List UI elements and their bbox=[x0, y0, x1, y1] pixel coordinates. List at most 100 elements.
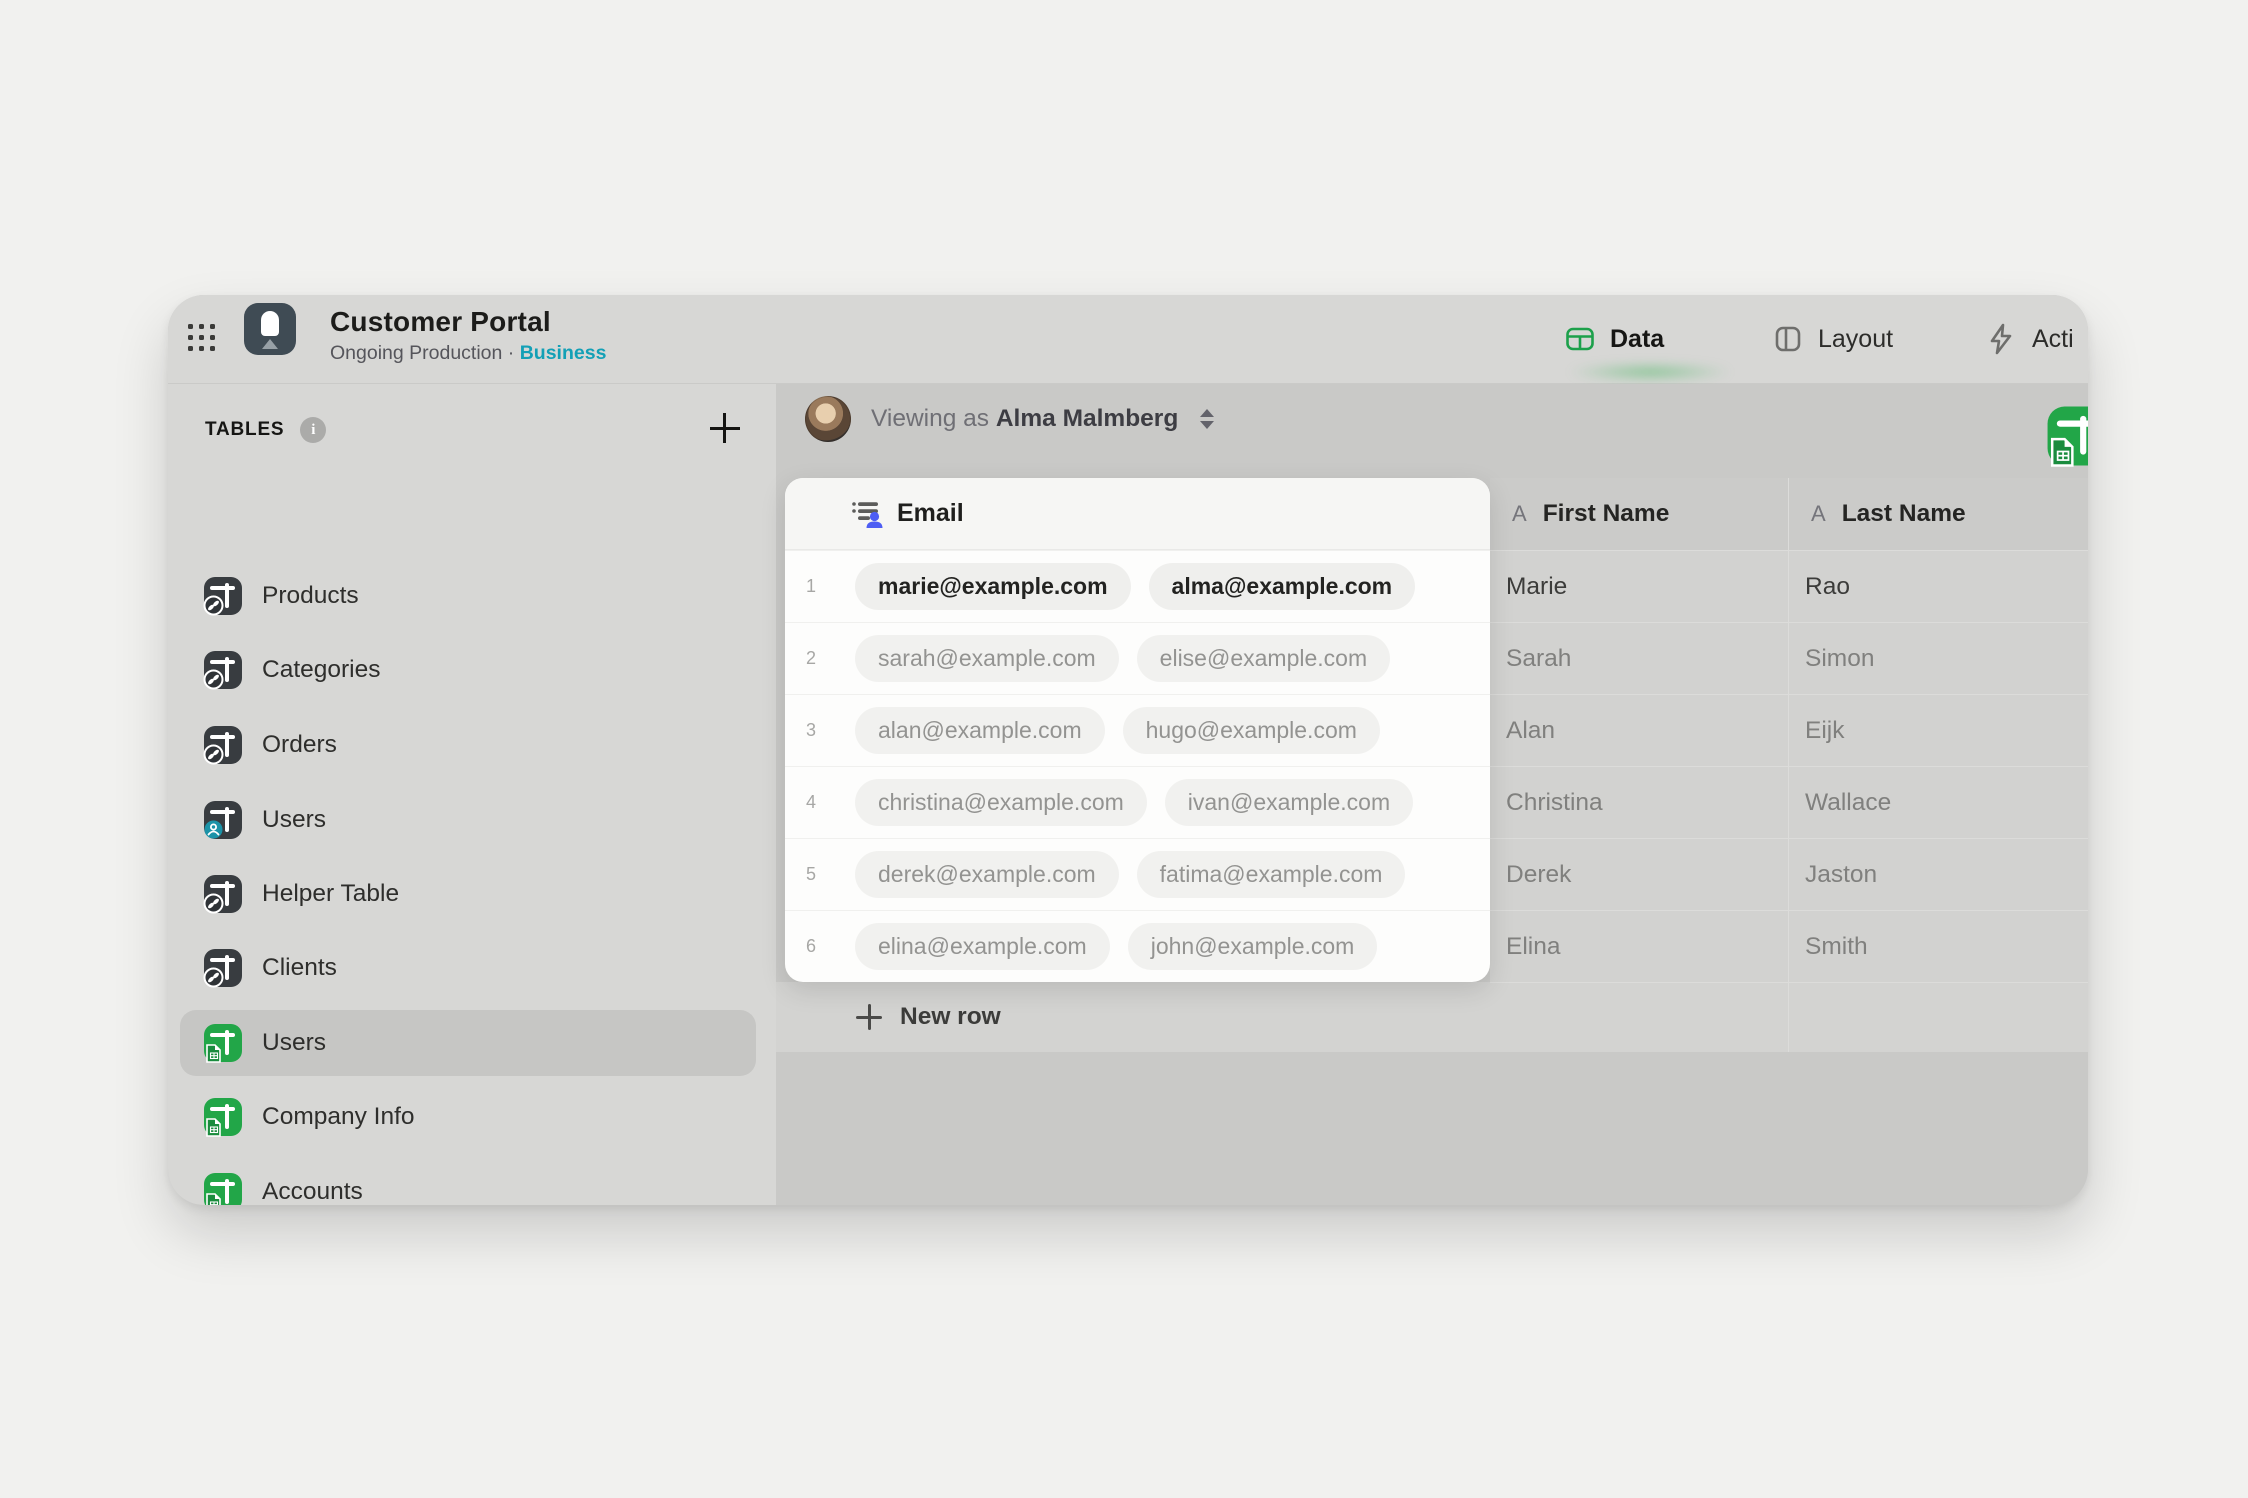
row-number: 4 bbox=[785, 792, 837, 813]
email-pill[interactable]: elise@example.com bbox=[1137, 635, 1390, 682]
table-row[interactable]: 6 elina@example.com john@example.com bbox=[785, 910, 1490, 982]
dark-table-icon bbox=[203, 576, 243, 616]
app-title: Customer Portal bbox=[330, 306, 551, 338]
tab-actions[interactable]: Acti bbox=[1984, 295, 2074, 383]
data-table-icon bbox=[1564, 323, 1596, 355]
row-number: 6 bbox=[785, 936, 837, 957]
row-number: 1 bbox=[785, 576, 837, 597]
email-pill[interactable]: alma@example.com bbox=[1149, 563, 1416, 610]
tab-actions-label: Acti bbox=[2032, 325, 2074, 354]
email-column-card: Email 1 marie@example.com alma@example.c… bbox=[785, 478, 1490, 982]
cell-empty[interactable] bbox=[1789, 982, 2088, 1052]
cell-last-name[interactable]: Wallace bbox=[1789, 766, 2088, 838]
cell-last-name[interactable]: Jaston bbox=[1789, 838, 2088, 910]
table-row[interactable]: 4 christina@example.com ivan@example.com bbox=[785, 766, 1490, 838]
email-pill[interactable]: fatima@example.com bbox=[1137, 851, 1406, 898]
table-row[interactable]: 3 alan@example.com hugo@example.com bbox=[785, 694, 1490, 766]
sidebar-item-label: Categories bbox=[262, 656, 380, 684]
email-pill[interactable]: john@example.com bbox=[1128, 923, 1378, 970]
sidebar-item-users-1[interactable]: Users bbox=[180, 787, 756, 853]
tables-section-label: TABLES bbox=[205, 419, 284, 441]
sidebar-item-label: Users bbox=[262, 806, 326, 834]
app-subtitle: Ongoing Production · Business bbox=[330, 342, 606, 365]
viewing-as-selector[interactable]: Viewing as Alma Malmberg bbox=[805, 396, 1214, 442]
cell-last-name[interactable]: Smith bbox=[1789, 910, 2088, 982]
sidebar-item-accounts[interactable]: Accounts bbox=[180, 1159, 756, 1205]
viewing-user-avatar bbox=[805, 396, 851, 442]
plan-badge[interactable]: Business bbox=[520, 342, 607, 364]
subtitle-separator: · bbox=[508, 342, 515, 364]
sidebar-item-helper-table[interactable]: Helper Table bbox=[180, 861, 756, 927]
sidebar-item-clients[interactable]: Clients bbox=[180, 935, 756, 1001]
tables-sidebar: TABLES i Products Categories Orders User… bbox=[168, 384, 776, 1205]
email-column-header[interactable]: Email bbox=[785, 478, 1490, 550]
cell-first-name[interactable]: Sarah bbox=[1490, 622, 1788, 694]
new-row-label: New row bbox=[900, 1003, 1001, 1031]
sidebar-item-users-selected[interactable]: Users bbox=[180, 1010, 756, 1076]
email-pill[interactable]: sarah@example.com bbox=[855, 635, 1119, 682]
add-table-button plus-icon[interactable] bbox=[708, 411, 742, 445]
green-sheets-icon-cut bbox=[2046, 405, 2088, 467]
sidebar-item-label: Products bbox=[262, 582, 359, 610]
row-number: 2 bbox=[785, 648, 837, 669]
cell-last-name[interactable]: Eijk bbox=[1789, 694, 2088, 766]
screenshot-root: Customer Portal Ongoing Production · Bus… bbox=[0, 0, 2248, 1498]
tab-layout-label: Layout bbox=[1818, 325, 1893, 354]
email-pill[interactable]: christina@example.com bbox=[855, 779, 1147, 826]
viewing-user-name: Alma Malmberg bbox=[996, 405, 1178, 432]
sidebar-item-label: Helper Table bbox=[262, 880, 399, 908]
last-name-column-title: Last Name bbox=[1842, 500, 1966, 528]
table-row[interactable]: 2 sarah@example.com elise@example.com bbox=[785, 622, 1490, 694]
sidebar-item-company-info[interactable]: Company Info bbox=[180, 1084, 756, 1150]
first-name-column-title: First Name bbox=[1543, 500, 1670, 528]
plus-icon bbox=[856, 1004, 882, 1030]
text-type-icon: A bbox=[1512, 501, 1527, 527]
tab-data[interactable]: Data bbox=[1564, 295, 1664, 383]
sidebar-item-label: Users bbox=[262, 1029, 326, 1057]
sidebar-item-orders[interactable]: Orders bbox=[180, 712, 756, 778]
tables-section-header: TABLES i bbox=[205, 417, 326, 443]
cell-first-name[interactable]: Derek bbox=[1490, 838, 1788, 910]
sidebar-item-products-1[interactable]: Products bbox=[180, 563, 756, 629]
email-column-title: Email bbox=[897, 499, 964, 528]
cell-first-name[interactable]: Elina bbox=[1490, 910, 1788, 982]
table-row[interactable]: 5 derek@example.com fatima@example.com bbox=[785, 838, 1490, 910]
app-logo-icon[interactable] bbox=[244, 303, 296, 355]
email-pill[interactable]: derek@example.com bbox=[855, 851, 1119, 898]
row-number: 3 bbox=[785, 720, 837, 741]
email-pill[interactable]: alan@example.com bbox=[855, 707, 1105, 754]
viewing-as-prefix: Viewing as bbox=[871, 405, 989, 432]
cell-first-name[interactable]: Marie bbox=[1490, 550, 1788, 622]
email-pill[interactable]: marie@example.com bbox=[855, 563, 1131, 610]
green-sheets-icon bbox=[203, 1023, 243, 1063]
tab-data-label: Data bbox=[1610, 325, 1664, 354]
info-icon[interactable]: i bbox=[300, 417, 326, 443]
actions-lightning-icon bbox=[1984, 322, 2018, 356]
text-type-icon: A bbox=[1811, 501, 1826, 527]
email-pill[interactable]: ivan@example.com bbox=[1165, 779, 1413, 826]
cell-first-name[interactable]: Christina bbox=[1490, 766, 1788, 838]
last-name-column-header[interactable]: A Last Name bbox=[1789, 478, 2088, 550]
sidebar-item-label: Clients bbox=[262, 954, 337, 982]
new-row-button[interactable]: New row bbox=[856, 1003, 1001, 1031]
email-pill[interactable]: elina@example.com bbox=[855, 923, 1110, 970]
cell-last-name[interactable]: Simon bbox=[1789, 622, 2088, 694]
cell-last-name[interactable]: Rao bbox=[1789, 550, 2088, 622]
row-number: 5 bbox=[785, 864, 837, 885]
dark-table-icon bbox=[203, 874, 243, 914]
tab-layout[interactable]: Layout bbox=[1772, 295, 1893, 383]
cell-empty[interactable] bbox=[1490, 982, 1788, 1052]
sidebar-item-label: Company Info bbox=[262, 1103, 415, 1131]
top-header-bar: Customer Portal Ongoing Production · Bus… bbox=[168, 295, 2088, 384]
dark-table-icon bbox=[203, 725, 243, 765]
cell-first-name[interactable]: Alan bbox=[1490, 694, 1788, 766]
apps-grid-icon[interactable] bbox=[188, 324, 220, 356]
email-pill[interactable]: hugo@example.com bbox=[1123, 707, 1380, 754]
first-name-column-header[interactable]: A First Name bbox=[1490, 478, 1788, 550]
table-row[interactable]: 1 marie@example.com alma@example.com bbox=[785, 550, 1490, 622]
layout-icon bbox=[1772, 323, 1804, 355]
dark-table-icon bbox=[203, 948, 243, 988]
sidebar-item-categories[interactable]: Categories bbox=[180, 637, 756, 703]
green-sheets-icon bbox=[203, 1097, 243, 1137]
dark-table-user-icon bbox=[203, 800, 243, 840]
